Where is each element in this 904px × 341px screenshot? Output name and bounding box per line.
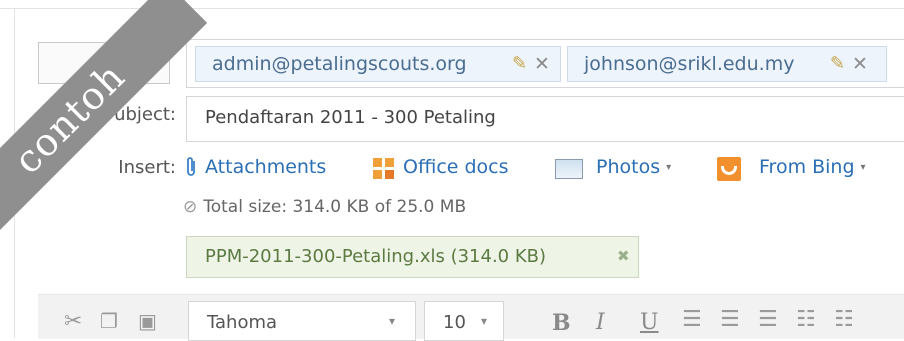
align-right-icon[interactable]: ☰ <box>758 307 778 332</box>
attachments-button[interactable]: Attachments <box>205 156 326 178</box>
underline-button[interactable]: U <box>640 310 659 335</box>
cut-icon[interactable]: ✂ <box>64 309 82 334</box>
bulleted-list-icon[interactable]: ☷ <box>834 307 854 332</box>
paperclip-icon: ⊘ <box>183 197 198 217</box>
paste-icon[interactable]: ▣ <box>138 309 157 333</box>
font-size-value: 10 <box>443 312 466 333</box>
font-size-select[interactable]: 10 ▾ <box>424 301 504 341</box>
recipient-email: johnson@srikl.edu.my <box>584 53 795 75</box>
pencil-icon[interactable]: ✎ <box>512 47 527 81</box>
photos-icon <box>555 159 583 179</box>
copy-icon[interactable]: ❐ <box>100 309 118 333</box>
pencil-icon[interactable]: ✎ <box>830 47 845 81</box>
office-docs-label: Office docs <box>403 156 509 178</box>
align-center-icon[interactable]: ☰ <box>720 307 740 332</box>
chevron-down-icon: ▾ <box>389 314 396 328</box>
office-docs-button[interactable]: Office docs <box>403 156 509 178</box>
numbered-list-icon[interactable]: ☷ <box>796 307 816 332</box>
recipient-chip[interactable]: johnson@srikl.edu.my ✎ ✕ <box>567 46 887 82</box>
photos-label: Photos <box>596 156 661 178</box>
office-docs-icon <box>373 158 395 180</box>
paperclip-icon <box>187 157 195 176</box>
subject-value: Pendaftaran 2011 - 300 Petaling <box>205 107 496 128</box>
chevron-down-icon[interactable]: ▾ <box>666 162 671 173</box>
photos-button[interactable]: Photos ▾ <box>596 156 671 178</box>
watermark-text: contoh <box>5 54 134 183</box>
close-icon[interactable]: ✕ <box>534 47 550 81</box>
attachment-chip[interactable]: PPM-2011-300-Petaling.xls (314.0 KB) ✖ <box>186 236 639 278</box>
watermark-ribbon: contoh <box>0 0 208 257</box>
bold-button[interactable]: B <box>552 310 571 336</box>
italic-button[interactable]: I <box>596 310 605 335</box>
align-left-icon[interactable]: ☰ <box>682 307 702 332</box>
font-family-select[interactable]: Tahoma ▾ <box>188 301 416 341</box>
insert-label: Insert: <box>118 157 176 178</box>
close-icon[interactable]: ✕ <box>852 47 868 81</box>
font-family-value: Tahoma <box>207 312 278 333</box>
remove-attachment-icon[interactable]: ✖ <box>617 247 630 265</box>
recipients-field[interactable]: admin@petalingscouts.org ✎ ✕ johnson@sri… <box>186 39 904 88</box>
total-size-text: Total size: 314.0 KB of 25.0 MB <box>203 197 467 217</box>
formatting-toolbar: ✂ ❐ ▣ Tahoma ▾ 10 ▾ B I U ☰ ☰ ☰ ☷ ☷ <box>38 294 904 341</box>
attachments-label: Attachments <box>205 156 327 178</box>
from-bing-label: From Bing <box>759 156 855 178</box>
chevron-down-icon: ▾ <box>481 314 488 328</box>
recipient-email: admin@petalingscouts.org <box>212 53 467 75</box>
total-size: ⊘ Total size: 314.0 KB of 25.0 MB <box>183 197 466 217</box>
recipient-chip[interactable]: admin@petalingscouts.org ✎ ✕ <box>195 46 561 82</box>
subject-input[interactable]: Pendaftaran 2011 - 300 Petaling <box>186 96 904 142</box>
bing-icon <box>717 157 741 181</box>
attachment-name: PPM-2011-300-Petaling.xls (314.0 KB) <box>205 246 547 267</box>
from-bing-button[interactable]: From Bing ▾ <box>759 156 866 178</box>
compose-top-border <box>0 8 904 9</box>
chevron-down-icon[interactable]: ▾ <box>861 162 866 173</box>
